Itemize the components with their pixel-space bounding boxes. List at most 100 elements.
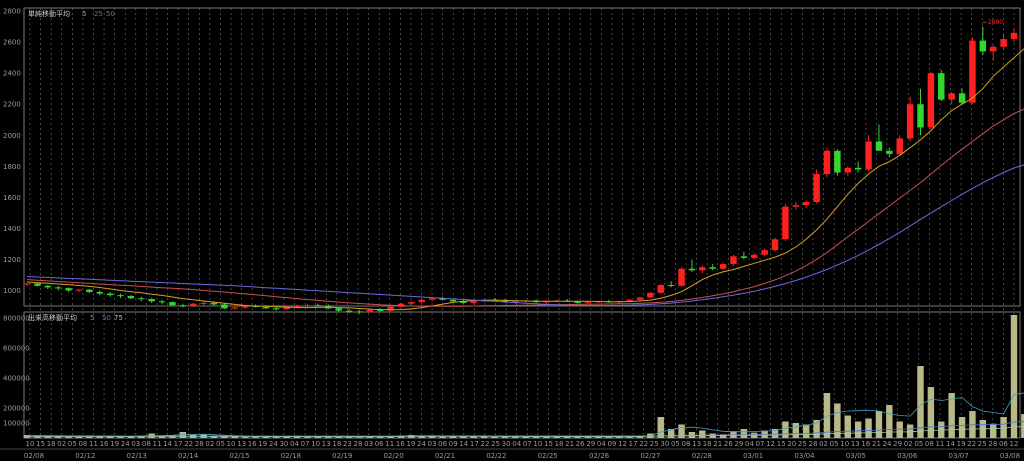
volume-bar [958,417,966,438]
candle-body [23,283,31,285]
candle-body [408,302,415,304]
candle-body [418,299,426,303]
volume-panel [23,315,1024,438]
candle-body [709,267,716,269]
candle-body [75,289,83,291]
x-tick-upper-label: 21 [565,440,574,448]
price-y-tick-label: 1400 [3,225,21,233]
candle-body [979,40,987,52]
x-tick-upper-label: 08 [682,440,691,448]
x-tick-upper-label: 14 [946,440,955,448]
x-tick-upper-label: 03 [428,440,437,448]
x-tick-lower-label: 03/04 [794,452,815,460]
x-tick-upper-label: 19 [406,440,415,448]
volume-bar [854,421,862,438]
x-tick-upper-label: 12 [766,440,775,448]
candle-body [865,141,872,170]
x-tick-upper-label: 16 [396,440,405,448]
volume-bar [917,366,924,438]
volume-ma-line [27,421,1024,437]
candle-body [657,285,664,293]
x-tick-upper-label: 28 [195,440,204,448]
x-tick-upper-label: 05 [216,440,225,448]
volume-bar [896,421,903,438]
x-tick-upper-label: 17 [470,440,479,448]
candle-body [366,309,374,313]
x-tick-upper-label: 22 [481,440,490,448]
price-y-tick-label: 2800 [3,8,21,16]
volume-legend-period: 75 [114,314,123,322]
candle-body [647,292,654,298]
x-tick-upper-label: 10 [227,440,236,448]
x-tick-upper-label: 30 [279,440,288,448]
volume-bar [792,423,800,438]
candle-body [584,302,592,304]
x-tick-upper-label: 02 [904,440,913,448]
candle-body [699,267,706,271]
volume-bar [626,436,633,438]
x-tick-upper-label: 15 [36,440,45,448]
x-tick-upper-label: 16 [248,440,257,448]
candle-body [356,311,363,313]
candle-body [138,298,145,300]
x-tick-upper-label: 19 [110,440,119,448]
volume-bar [439,436,446,438]
candle-body [802,202,810,206]
volume-bar [875,411,883,438]
candle-body [470,301,477,303]
x-tick-upper-label: 08 [78,440,87,448]
candle-body [938,73,945,100]
x-tick-upper-label: 07 [756,440,765,448]
x-tick-upper-label: 25 [978,440,987,448]
volume-y-tick-label: 200000 [3,405,30,413]
candle-body [106,293,114,296]
x-tick-upper-label: 06 [999,440,1008,448]
x-tick-upper-label: 13 [322,440,331,448]
candle-body [771,239,779,251]
volume-bar [657,417,664,438]
x-tick-lower-label: 02/13 [127,452,147,460]
x-tick-upper-label: 30 [502,440,511,448]
price-y-tick-label: 2400 [3,70,21,78]
x-tick-upper-label: 02 [205,440,214,448]
candle-body [823,150,831,175]
volume-bar [522,436,529,438]
volume-bar [886,405,893,438]
x-tick-upper-label: 09 [449,440,458,448]
x-tick-lower-label: 03/05 [846,452,866,460]
candle-body [761,250,768,255]
x-tick-upper-label: 16 [861,440,870,448]
x-tick-upper-label: 26 [724,440,733,448]
x-tick-lower-label: 03/08 [1000,452,1020,460]
x-tick-upper-label: 04 [745,440,754,448]
volume-bar [491,436,498,438]
candle-body [751,254,758,258]
price-panel: ←2690 [23,19,1024,314]
candle-body [345,310,353,312]
x-tick-upper-label: 12 [618,440,627,448]
x-tick-upper-label: 11 [153,440,162,448]
volume-bar [356,437,363,438]
volume-bar [574,436,581,438]
x-tick-lower-label: 02/27 [640,452,660,460]
x-tick-upper-label: 05 [68,440,77,448]
volume-legend-period: 50 [102,314,111,322]
x-tick-lower-label: 02/12 [75,452,95,460]
candle-body [813,174,820,203]
candle-body [688,268,696,271]
x-tick-upper-label: 20 [787,440,796,448]
candle-body [792,205,800,207]
x-tick-lower-label: 02/22 [486,452,506,460]
candle-body [221,304,228,309]
volume-bar [834,403,841,438]
volume-bar [262,436,270,438]
x-tick-lower-label: 02/19 [332,452,352,460]
x-tick-upper-label: 02 [819,440,828,448]
volume-bar [480,436,488,438]
volume-y-tick-label: 100000 [3,420,30,428]
price-y-tick-label: 1200 [3,256,21,264]
x-tick-upper-label: 22 [967,440,976,448]
x-tick-upper-label: 15 [544,440,553,448]
x-tick-upper-label: 25 [798,440,807,448]
x-tick-upper-label: 04 [512,440,521,448]
